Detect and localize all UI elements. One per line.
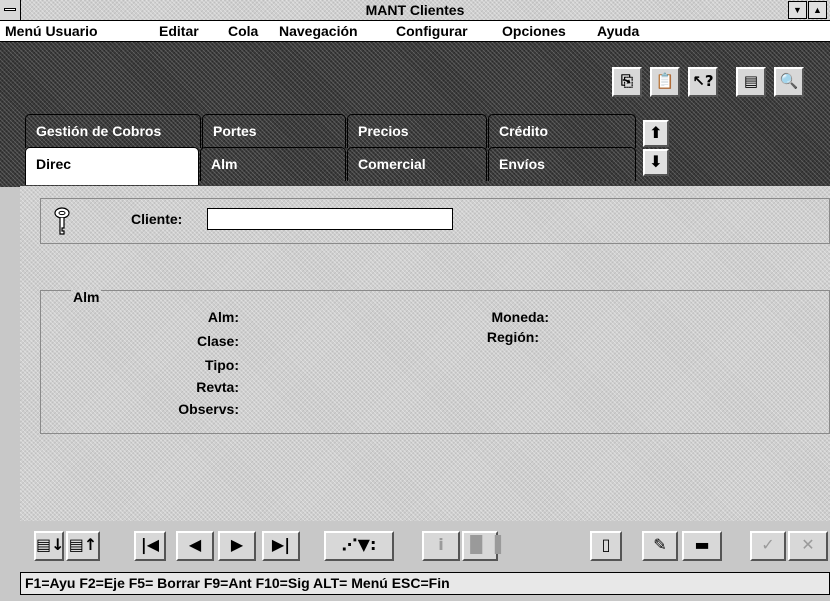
search-icon[interactable]: 🔍 <box>774 67 804 97</box>
tab-scroll-up-icon[interactable]: ⬆ <box>643 120 669 147</box>
menu-bar: Menú Usuario Editar Cola Navegación Conf… <box>0 21 830 42</box>
accept-check-icon[interactable]: ✓ <box>750 531 786 561</box>
table-down-icon[interactable]: ▤↓ <box>34 531 65 561</box>
key-icon <box>54 207 70 235</box>
last-record-icon[interactable]: ▶| <box>262 531 300 561</box>
menu-configurar[interactable]: Configurar <box>396 23 468 39</box>
menu-ayuda[interactable]: Ayuda <box>597 23 639 39</box>
tab-scroll-down-icon[interactable]: ⬇ <box>643 149 669 176</box>
paste-icon[interactable]: 📋 <box>650 67 680 97</box>
notes-icon[interactable]: ▤ <box>736 67 766 97</box>
menu-usuario[interactable]: Menú Usuario <box>5 23 98 39</box>
tab-credito[interactable]: Crédito <box>488 114 636 148</box>
title-bar: MANT Clientes ▼ ▲ <box>0 0 830 21</box>
new-document-icon[interactable]: ▯ <box>590 531 622 561</box>
bar-chart-icon[interactable]: ▐▌▐ <box>462 531 501 561</box>
previous-record-icon[interactable]: ◀ <box>176 531 214 561</box>
toolbar-band: ⎘ 📋 ↖? ▤ 🔍 Gestión de Cobros Portes Prec… <box>0 42 830 187</box>
tab-comercial[interactable]: Comercial <box>347 147 487 181</box>
window-title: MANT Clientes <box>365 2 465 18</box>
status-bar: F1=Ayu F2=Eje F5= Borrar F9=Ant F10=Sig … <box>20 572 830 595</box>
tab-precios[interactable]: Precios <box>347 114 487 148</box>
region-field-label: Región: <box>486 329 539 345</box>
client-label: Cliente: <box>131 211 183 227</box>
client-box: Cliente: <box>40 198 830 244</box>
client-input[interactable] <box>207 208 453 230</box>
maximize-icon[interactable]: ▲ <box>808 1 827 19</box>
info-icon[interactable]: i <box>422 531 460 561</box>
help-pointer-icon[interactable]: ↖? <box>688 67 718 97</box>
revta-field-label: Revta: <box>196 379 239 395</box>
next-record-icon[interactable]: ▶ <box>218 531 256 561</box>
moneda-field-label: Moneda: <box>491 309 549 325</box>
tab-direc[interactable]: Direc <box>25 147 199 185</box>
record-nav-bar: ▤↓ ▤↑ |◀ ◀ ▶ ▶| ⋰▼: i ▐▌▐ ▯ ✎ ▬ ✓ ✕ <box>30 531 830 563</box>
tipo-field-label: Tipo: <box>205 357 239 373</box>
copy-icon[interactable]: ⎘ <box>612 67 642 97</box>
tab-portes[interactable]: Portes <box>202 114 346 148</box>
table-up-icon[interactable]: ▤↑ <box>66 531 100 561</box>
observs-field-label: Observs: <box>178 401 239 417</box>
menu-navegacion[interactable]: Navegación <box>279 23 358 39</box>
direc-panel: Cliente: Alm Alm: Clase: Tipo: Revta: Ob… <box>20 186 830 521</box>
tab-alm[interactable]: Alm <box>200 147 346 181</box>
clase-field-label: Clase: <box>196 333 239 349</box>
menu-opciones[interactable]: Opciones <box>502 23 566 39</box>
alm-field-label: Alm: <box>207 309 239 325</box>
first-record-icon[interactable]: |◀ <box>134 531 166 561</box>
cancel-x-icon[interactable]: ✕ <box>788 531 828 561</box>
alm-group: Alm Alm: Clase: Tipo: Revta: Observs: Mo… <box>40 289 830 434</box>
query-pointer-icon[interactable]: ⋰▼: <box>324 531 394 561</box>
delete-record-icon[interactable]: ▬ <box>682 531 722 561</box>
edit-pencil-icon[interactable]: ✎ <box>642 531 678 561</box>
menu-editar[interactable]: Editar <box>159 23 199 39</box>
menu-cola[interactable]: Cola <box>228 23 258 39</box>
alm-group-title: Alm <box>73 289 100 305</box>
tab-gestion-de-cobros[interactable]: Gestión de Cobros <box>25 114 201 148</box>
minimize-icon[interactable]: ▼ <box>788 1 807 19</box>
tab-envios[interactable]: Envíos <box>488 147 636 181</box>
